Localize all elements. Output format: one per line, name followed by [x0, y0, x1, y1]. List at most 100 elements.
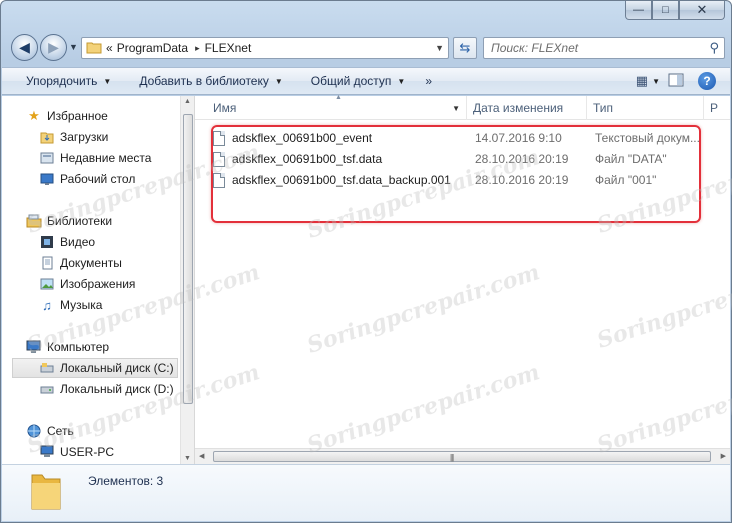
sidebar-item-computer[interactable]: Компьютер: [26, 337, 109, 357]
sidebar-item-music[interactable]: ♫ Музыка: [39, 295, 102, 315]
address-chevron[interactable]: «: [106, 41, 113, 55]
computer-icon: [39, 444, 55, 460]
help-icon[interactable]: ?: [698, 72, 716, 90]
sidebar-item-drive-d[interactable]: Локальный диск (D:): [39, 379, 174, 399]
file-date: 28.10.2016 20:19: [475, 152, 569, 166]
scrollbar-thumb[interactable]: |||: [213, 451, 711, 462]
recent-places-icon: [39, 150, 55, 166]
sidebar-item-label: Недавние места: [60, 151, 152, 165]
details-pane: Элементов: 3: [2, 464, 730, 521]
column-header-type[interactable]: Тип: [587, 96, 704, 120]
forward-button[interactable]: ▶: [40, 34, 67, 61]
more-commands-button[interactable]: »: [425, 74, 432, 88]
close-button[interactable]: ✕: [679, 1, 725, 20]
computer-icon: [26, 339, 42, 355]
item-count: Элементов: 3: [88, 474, 164, 488]
scrollbar-thumb[interactable]: [183, 114, 193, 404]
maximize-button[interactable]: □: [652, 1, 679, 20]
grip-icon: |||: [450, 453, 454, 462]
share-label: Общий доступ: [310, 74, 392, 88]
view-options-icon[interactable]: ▦: [636, 73, 648, 89]
navigation-scrollbar[interactable]: ▲ ▼: [180, 96, 195, 464]
table-row[interactable]: adskflex_00691b00_event 14.07.2016 9:10 …: [213, 128, 703, 148]
folder-icon: [28, 467, 64, 516]
text-file-icon: [213, 130, 225, 146]
pictures-icon: [39, 276, 55, 292]
refresh-icon: ⇆: [459, 40, 471, 55]
sidebar-item-documents[interactable]: Документы: [39, 253, 122, 273]
scroll-up-icon[interactable]: ▲: [184, 98, 191, 105]
recent-pages-dropdown[interactable]: ▼: [69, 42, 78, 52]
table-row[interactable]: adskflex_00691b00_tsf.data_backup.001 28…: [213, 170, 703, 190]
navigation-row: ◀ ▶ ▼ « ProgramData ▸ FLEXnet ▼ ⇆ Поиск:…: [9, 33, 725, 63]
column-label: Имя: [213, 101, 237, 115]
sidebar-item-label: Музыка: [60, 298, 103, 312]
sidebar-item-network[interactable]: Сеть: [26, 421, 74, 441]
sidebar-item-desktop[interactable]: Рабочий стол: [39, 169, 135, 189]
share-button[interactable]: Общий доступ ▼: [311, 74, 406, 88]
breadcrumb-programdata[interactable]: ProgramData: [117, 41, 188, 55]
search-placeholder: Поиск: FLEXnet: [491, 41, 579, 55]
sidebar-item-label: Документы: [60, 256, 122, 270]
documents-icon: [39, 255, 55, 271]
address-bar[interactable]: « ProgramData ▸ FLEXnet ▼: [81, 37, 449, 59]
file-name: adskflex_00691b00_event: [232, 131, 373, 145]
minimize-button[interactable]: —: [625, 1, 652, 20]
sidebar-item-label: Изображения: [60, 277, 136, 291]
main-area: ★ Избранное Загрузки Недавние места Рабо…: [2, 94, 732, 464]
navigation-pane: ★ Избранное Загрузки Недавние места Рабо…: [2, 96, 180, 464]
column-label: Р: [710, 101, 719, 115]
preview-pane-icon[interactable]: [668, 73, 684, 90]
sidebar-item-label: Избранное: [47, 109, 108, 123]
view-dropdown-icon[interactable]: ▼: [652, 77, 660, 86]
music-icon: ♫: [42, 297, 52, 313]
arrow-left-icon: ◀: [19, 39, 30, 55]
star-icon: ★: [28, 108, 40, 123]
column-header-size[interactable]: Р: [704, 96, 730, 120]
downloads-icon: [39, 129, 55, 145]
sidebar-item-label: Рабочий стол: [60, 172, 136, 186]
file-list: ▲ Имя ▼ Дата изменения Тип Р adskflex_00…: [195, 94, 730, 464]
sidebar-item-recent-places[interactable]: Недавние места: [39, 148, 151, 168]
drive-icon: [39, 360, 55, 376]
sidebar-item-favorites[interactable]: ★ Избранное: [26, 106, 108, 126]
sidebar-item-video[interactable]: Видео: [39, 232, 95, 252]
file-type: Текстовый докум...: [595, 131, 700, 145]
horizontal-scrollbar[interactable]: ◀ ||| ▶: [195, 448, 730, 464]
scroll-right-icon[interactable]: ▶: [721, 452, 726, 460]
file-type: Файл "DATA": [595, 152, 667, 166]
chevron-down-icon: ▼: [274, 76, 283, 86]
organize-button[interactable]: Упорядочить ▼: [26, 74, 111, 88]
chevron-down-icon: ▼: [103, 76, 112, 86]
sidebar-item-label: Локальный диск (D:): [60, 382, 174, 396]
explorer-window: — □ ✕ ◀ ▶ ▼ « ProgramData ▸ FLEXnet ▼ ⇆ …: [0, 0, 732, 523]
sidebar-item-label: Загрузки: [60, 130, 109, 144]
search-icon[interactable]: ⚲: [709, 40, 719, 56]
sidebar-item-label: Видео: [60, 235, 96, 249]
search-input[interactable]: Поиск: FLEXnet ⚲: [483, 37, 725, 59]
sidebar-item-user-pc[interactable]: USER-PC: [39, 442, 114, 462]
file-name: adskflex_00691b00_tsf.data: [232, 152, 383, 166]
back-button[interactable]: ◀: [11, 34, 38, 61]
chevron-down-icon[interactable]: ▼: [452, 104, 460, 113]
chevron-down-icon: ▼: [397, 76, 406, 86]
add-to-library-button[interactable]: Добавить в библиотеку ▼: [139, 74, 282, 88]
column-header-date[interactable]: Дата изменения: [467, 96, 587, 120]
address-dropdown-icon[interactable]: ▼: [435, 43, 444, 53]
sidebar-item-pictures[interactable]: Изображения: [39, 274, 135, 294]
sidebar-item-drive-c[interactable]: Локальный диск (C:): [12, 358, 178, 378]
file-name: adskflex_00691b00_tsf.data_backup.001: [232, 173, 451, 187]
scroll-left-icon[interactable]: ◀: [199, 452, 204, 460]
refresh-button[interactable]: ⇆: [453, 37, 477, 59]
scroll-down-icon[interactable]: ▼: [184, 455, 191, 462]
table-row[interactable]: adskflex_00691b00_tsf.data 28.10.2016 20…: [213, 149, 703, 169]
breadcrumb-separator[interactable]: ▸: [195, 43, 200, 54]
folder-icon: [86, 40, 102, 57]
file-type: Файл "001": [595, 173, 657, 187]
command-bar: Упорядочить ▼ Добавить в библиотеку ▼ Об…: [2, 67, 730, 95]
column-header-name[interactable]: Имя ▼: [195, 96, 467, 120]
sidebar-item-libraries[interactable]: Библиотеки: [26, 211, 112, 231]
breadcrumb-flexnet[interactable]: FLEXnet: [205, 41, 252, 55]
file-icon: [213, 151, 225, 167]
sidebar-item-downloads[interactable]: Загрузки: [39, 127, 108, 147]
